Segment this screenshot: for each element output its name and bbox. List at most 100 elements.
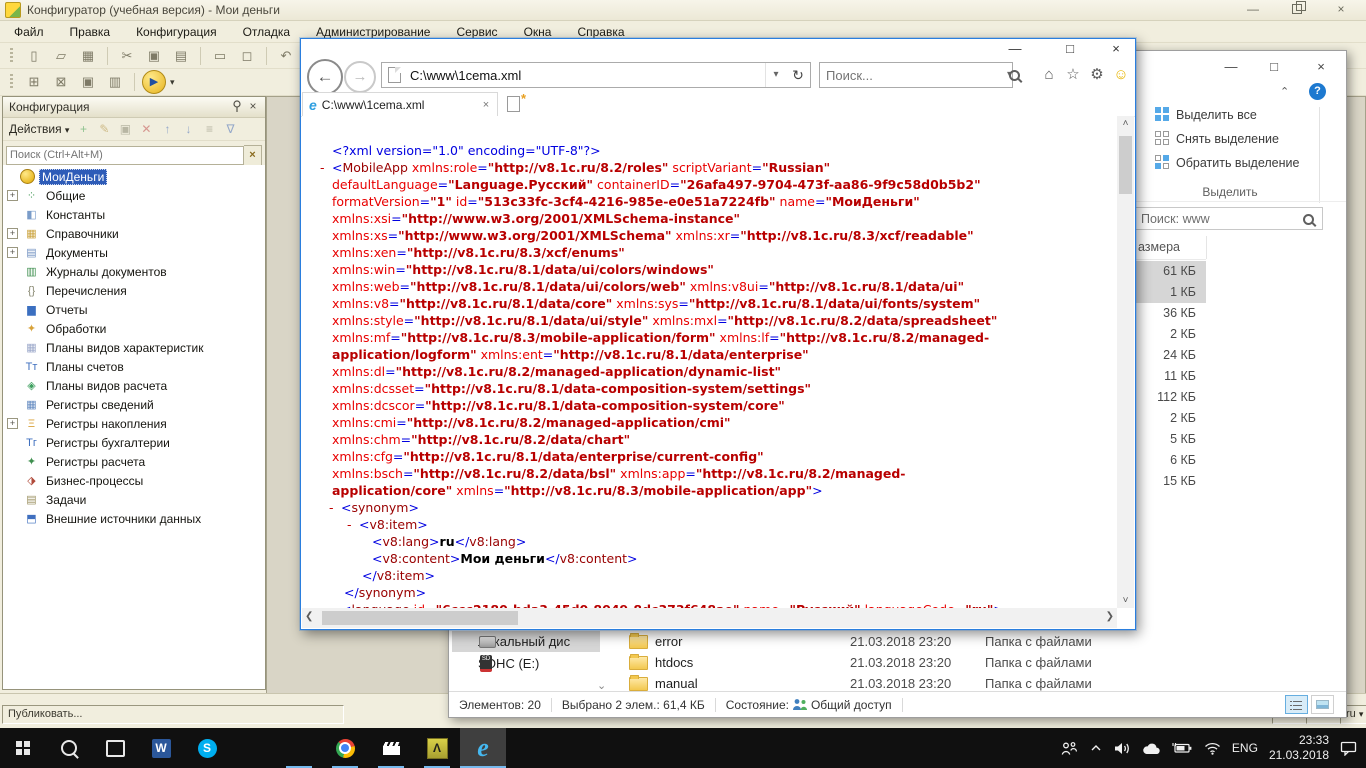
save-button[interactable]: ▦ bbox=[76, 45, 100, 67]
keyboard-language-indicator[interactable]: ENG bbox=[1232, 741, 1258, 755]
explorer-close-button[interactable]: × bbox=[1301, 55, 1341, 79]
tree-item-document-journals[interactable]: ▥Журналы документов bbox=[3, 262, 265, 281]
scroll-down-arrow[interactable]: ˅ bbox=[1117, 595, 1134, 606]
details-view-button[interactable] bbox=[1285, 695, 1308, 714]
horizontal-scrollbar[interactable]: ❮ ❯ bbox=[302, 608, 1117, 628]
taskbar-ie-button[interactable]: e bbox=[460, 728, 506, 768]
address-input[interactable] bbox=[408, 64, 765, 86]
taskbar-word-button[interactable]: W bbox=[138, 728, 184, 768]
vertical-scroll-thumb[interactable] bbox=[1119, 136, 1132, 194]
new-document-button[interactable]: ▯ bbox=[22, 45, 46, 67]
menu-item-service[interactable]: Сервис bbox=[456, 25, 497, 39]
thumbnails-view-button[interactable] bbox=[1311, 695, 1334, 714]
wifi-icon[interactable] bbox=[1204, 741, 1221, 755]
tree-item-business-processes[interactable]: ⬗Бизнес-процессы bbox=[3, 471, 265, 490]
search-clear-button[interactable]: × bbox=[244, 145, 262, 166]
horizontal-scroll-thumb[interactable] bbox=[322, 611, 518, 625]
ie-search-input[interactable] bbox=[820, 64, 1004, 86]
forward-button[interactable]: → bbox=[344, 61, 376, 93]
menu-item-edit[interactable]: Правка bbox=[70, 25, 111, 39]
tab-close-button[interactable]: × bbox=[479, 99, 493, 111]
expand-icon[interactable]: + bbox=[7, 190, 18, 201]
ie-maximize-button[interactable]: □ bbox=[1053, 39, 1087, 60]
ie-close-button[interactable]: × bbox=[1099, 39, 1133, 60]
print-preview-button[interactable]: ◻ bbox=[235, 45, 259, 67]
expand-icon[interactable]: + bbox=[7, 247, 18, 258]
file-row-htdocs[interactable]: htdocs21.03.2018 23:20Папка с файлами bbox=[629, 652, 1342, 673]
help-button[interactable]: ? bbox=[1309, 83, 1326, 100]
tree-item-tasks[interactable]: ▤Задачи bbox=[3, 490, 265, 509]
tree-item-constants[interactable]: ◧Константы bbox=[3, 205, 265, 224]
taskbar-remote-desktop-button[interactable] bbox=[230, 728, 276, 768]
taskbar-task-view-button[interactable] bbox=[92, 728, 138, 768]
nav-item-sdhc[interactable]: SDSDHC (E:) bbox=[452, 653, 600, 674]
tree-item-data-processors[interactable]: ✦Обработки bbox=[3, 319, 265, 338]
expand-icon[interactable]: + bbox=[7, 228, 18, 239]
tree-item-enumerations[interactable]: {}Перечисления bbox=[3, 281, 265, 300]
close-configuration-button[interactable]: ⊠ bbox=[49, 71, 73, 93]
filter-button[interactable]: ∇ bbox=[222, 122, 238, 136]
menu-item-help[interactable]: Справка bbox=[577, 25, 624, 39]
configuration-tree-button[interactable]: ⊞ bbox=[22, 71, 46, 93]
action-center-icon[interactable] bbox=[1340, 740, 1358, 756]
tree-item-external-data-sources[interactable]: ⬒Внешние источники данных bbox=[3, 509, 265, 528]
taskbar-start-button[interactable] bbox=[0, 728, 46, 768]
menu-item-administration[interactable]: Администрирование bbox=[316, 25, 430, 39]
move-up-button[interactable]: ↑ bbox=[159, 122, 175, 136]
tree-item-accumulation-registers[interactable]: +ΞРегистры накопления bbox=[3, 414, 265, 433]
compare-configuration-button[interactable]: ▥ bbox=[103, 71, 127, 93]
open-button[interactable]: ▱ bbox=[49, 45, 73, 67]
tree-item-root[interactable]: МоиДеньги bbox=[3, 167, 265, 186]
1c-titlebar[interactable]: Конфигуратор (учебная версия) - Мои день… bbox=[0, 0, 1366, 21]
taskbar-movies-button[interactable] bbox=[368, 728, 414, 768]
smiley-feedback-icon[interactable]: ☺ bbox=[1109, 64, 1133, 86]
scroll-right-arrow[interactable]: ❯ bbox=[1106, 611, 1114, 622]
1c-minimize-button[interactable]: — bbox=[1238, 1, 1268, 18]
tree-item-accounting-registers[interactable]: ТгРегистры бухгалтерии bbox=[3, 433, 265, 452]
move-down-button[interactable]: ↓ bbox=[180, 122, 196, 136]
explorer-maximize-button[interactable]: □ bbox=[1257, 55, 1291, 79]
delete-button[interactable]: ✕ bbox=[138, 122, 154, 136]
tab-1cema-xml[interactable]: e C:\www\1cema.xml × bbox=[302, 92, 498, 116]
tree-item-charts-of-accounts[interactable]: ТтПланы счетов bbox=[3, 357, 265, 376]
edit-button[interactable]: ✎ bbox=[96, 122, 112, 136]
tree-item-charts-of-calculation-types[interactable]: ◈Планы видов расчета bbox=[3, 376, 265, 395]
vertical-scrollbar[interactable]: ˄ ˅ bbox=[1117, 116, 1134, 608]
home-icon[interactable]: ⌂ bbox=[1037, 64, 1061, 86]
tree-item-charts-of-characteristic-types[interactable]: ▦Планы видов характеристик bbox=[3, 338, 265, 357]
panel-close-button[interactable]: × bbox=[245, 100, 261, 114]
taskbar-skype-button[interactable]: S bbox=[184, 728, 230, 768]
taskbar-search-button[interactable] bbox=[46, 728, 92, 768]
cut-button[interactable]: ✂ bbox=[115, 45, 139, 67]
scroll-left-arrow[interactable]: ❮ bbox=[305, 611, 313, 622]
actions-menu-button[interactable]: Действия ▾ bbox=[9, 122, 69, 136]
favorites-star-icon[interactable]: ☆ bbox=[1061, 64, 1085, 86]
ie-minimize-button[interactable]: — bbox=[998, 39, 1032, 60]
print-button[interactable]: ▭ bbox=[208, 45, 232, 67]
menu-item-configuration[interactable]: Конфигурация bbox=[136, 25, 217, 39]
nav-item-local-disk[interactable]: Локальный дис bbox=[452, 631, 600, 652]
tree-item-information-registers[interactable]: ▦Регистры сведений bbox=[3, 395, 265, 414]
people-icon[interactable] bbox=[1061, 741, 1078, 756]
tree-search-input[interactable] bbox=[6, 146, 244, 165]
onedrive-cloud-icon[interactable] bbox=[1142, 742, 1161, 755]
expand-icon[interactable]: + bbox=[7, 418, 18, 429]
explorer-search-box[interactable]: Поиск: www bbox=[1134, 207, 1323, 230]
taskbar-onec-button[interactable]: Λ bbox=[414, 728, 460, 768]
undo-button[interactable]: ↶ bbox=[274, 45, 298, 67]
copy-add-button[interactable]: ▣ bbox=[117, 122, 133, 136]
clock[interactable]: 23:33 21.03.2018 bbox=[1269, 733, 1329, 763]
back-button[interactable]: ← bbox=[307, 59, 343, 95]
new-tab-button[interactable]: * bbox=[504, 95, 526, 114]
menu-item-debug[interactable]: Отладка bbox=[243, 25, 290, 39]
menu-item-windows[interactable]: Окна bbox=[524, 25, 552, 39]
tray-expand-chevron-icon[interactable] bbox=[1089, 742, 1103, 754]
tree-item-reports[interactable]: ▆Отчеты bbox=[3, 300, 265, 319]
ie-search-box[interactable]: ▾ bbox=[819, 62, 1013, 88]
1c-close-button[interactable]: × bbox=[1326, 1, 1356, 18]
address-bar[interactable]: ▾ ↻ bbox=[381, 62, 811, 88]
cl ear-selection-button[interactable]: Снять выделение bbox=[1155, 131, 1279, 146]
add-button[interactable]: + bbox=[75, 122, 91, 136]
gear-icon[interactable]: ⚙ bbox=[1085, 64, 1109, 86]
select-all-button[interactable]: Выделить все bbox=[1155, 107, 1257, 122]
